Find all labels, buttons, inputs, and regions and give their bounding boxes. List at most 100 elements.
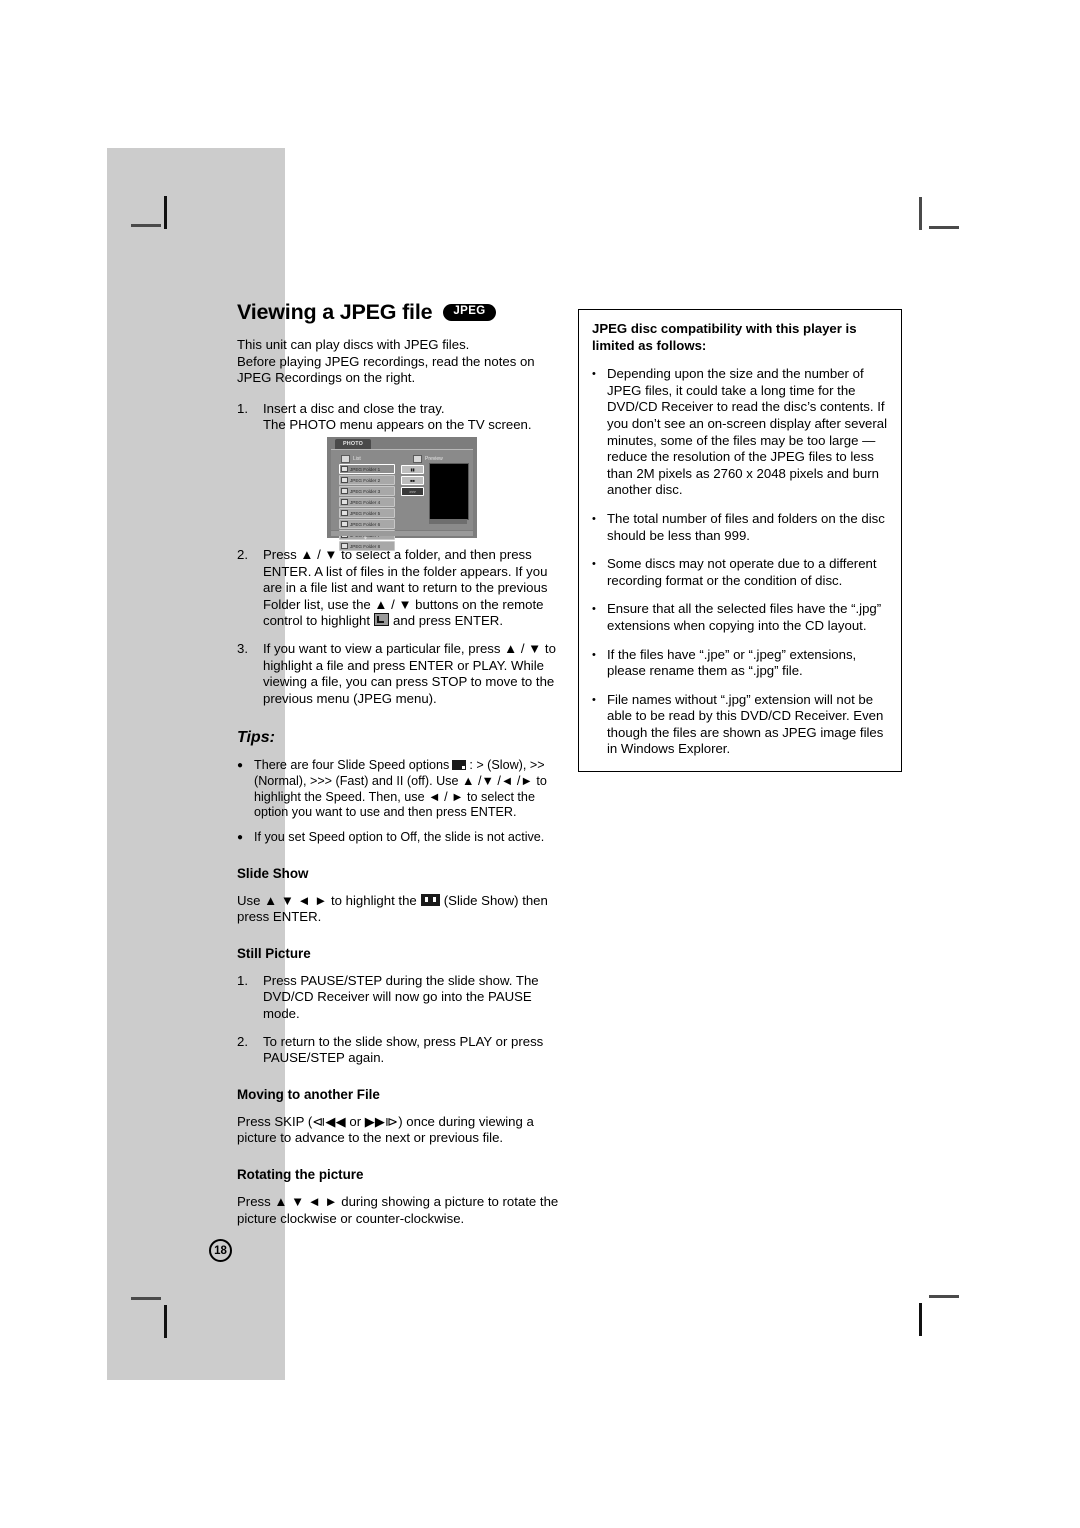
jpeg-format-badge: JPEG	[443, 303, 496, 322]
list-item-label: JPEG Folder 3	[350, 488, 381, 494]
note-bullet-marker: •	[592, 648, 596, 661]
intro-paragraph: This unit can play discs with JPEG files…	[237, 337, 567, 387]
preview-panel-label: Preview	[413, 455, 443, 463]
tip-1: ● There are four Slide Speed options: > …	[237, 758, 567, 820]
page-title-row: Viewing a JPEG file JPEG	[237, 300, 567, 325]
still-picture-step-2-marker: 2.	[237, 1033, 248, 1049]
folder-icon	[341, 520, 348, 528]
list-item-label: JPEG Folder 4	[350, 499, 381, 505]
intro-line-1: This unit can play discs with JPEG files…	[237, 337, 470, 352]
list-item[interactable]: JPEG Folder 6	[339, 519, 395, 529]
folder-icon	[341, 465, 348, 473]
slide-show-text-before-icon: Use ▲ ▼ ◄ ► to highlight the	[237, 892, 417, 908]
folder-back-icon	[374, 613, 390, 627]
step-1-line-1: Insert a disc and close the tray.	[263, 400, 445, 416]
tip-1-bullet: ●	[237, 760, 244, 772]
list-item-label: JPEG Folder 1	[350, 466, 381, 472]
photo-menu-screenshot: PHOTO List Preview JPEG Folder 1 JPEG Fo…	[327, 437, 477, 551]
list-item[interactable]: JPEG Folder 8	[339, 541, 395, 551]
list-item[interactable]: JPEG Folder 3	[339, 486, 395, 496]
note-bullet: • Depending upon the size and the number…	[592, 366, 888, 499]
scroll-down-arrow-icon[interactable]: ▼	[363, 536, 368, 542]
step-1-line-2: The PHOTO menu appears on the TV screen.	[263, 417, 532, 433]
note-bullet: • File names without “.jpg” extension wi…	[592, 692, 888, 758]
playback-button-column: ▮▮ ■■ >>>	[401, 465, 424, 498]
speed-button[interactable]: >>>	[401, 487, 424, 496]
section-heading-slide-show: Slide Show	[237, 865, 309, 881]
slide-show-paragraph: Use ▲ ▼ ◄ ► to highlight the (Slide Show)…	[237, 893, 567, 926]
note-bullet: • Ensure that all the selected files hav…	[592, 601, 888, 634]
list-item[interactable]: JPEG Folder 5	[339, 508, 395, 518]
note-bullet: • Some discs may not operate due to a di…	[592, 556, 888, 589]
step-2-text-after-icon: and press ENTER.	[393, 613, 503, 629]
note-bullet-text: The total number of files and folders on…	[607, 510, 885, 543]
tip-2-text: If you set Speed option to Off, the slid…	[254, 829, 545, 844]
still-picture-step-1: 1. Press PAUSE/STEP during the slide sho…	[237, 973, 567, 1023]
photo-tab: PHOTO	[335, 439, 371, 449]
preview-label-text: Preview	[425, 456, 443, 462]
step-3: 3. If you want to view a particular file…	[237, 641, 567, 707]
note-bullet-marker: •	[592, 368, 596, 381]
list-label-text: List	[353, 456, 361, 462]
note-bullet-marker: •	[592, 693, 596, 706]
note-bullet-text: Some discs may not operate due to a diff…	[607, 556, 877, 588]
rotating-the-picture-text: Press ▲ ▼ ◄ ► during showing a picture t…	[237, 1194, 559, 1226]
section-heading-rotating-the-picture: Rotating the picture	[237, 1167, 364, 1183]
still-picture-step-1-text: Press PAUSE/STEP during the slide show. …	[263, 972, 539, 1022]
slide-speed-icon	[452, 760, 467, 771]
page-title: Viewing a JPEG file	[237, 300, 433, 324]
section-heading-moving-to-another-file: Moving to another File	[237, 1086, 380, 1102]
intro-line-2: Before playing JPEG recordings, read the…	[237, 353, 535, 369]
tip-2-bullet: ●	[237, 831, 244, 843]
folder-icon	[341, 487, 348, 495]
folder-icon	[341, 498, 348, 506]
right-content-column: JPEG disc compatibility with this player…	[578, 309, 902, 773]
step-1-marker: 1.	[237, 400, 248, 416]
list-item[interactable]: JPEG Folder 1	[339, 464, 395, 474]
still-picture-step-2: 2. To return to the slide show, press PL…	[237, 1034, 567, 1067]
intro-line-3: JPEG Recordings on the right.	[237, 370, 416, 386]
note-bullet-text: File names without “.jpg” extension will…	[607, 691, 884, 757]
folder-icon	[341, 476, 348, 484]
note-bullet: • The total number of files and folders …	[592, 511, 888, 544]
jpeg-compatibility-note-box: JPEG disc compatibility with this player…	[578, 309, 902, 773]
list-item[interactable]: JPEG Folder 4	[339, 497, 395, 507]
preview-icon	[413, 455, 422, 463]
list-item[interactable]: JPEG Folder 2	[339, 475, 395, 485]
section-heading-still-picture: Still Picture	[237, 945, 311, 961]
note-box-title: JPEG disc compatibility with this player…	[592, 321, 857, 353]
list-panel-label: List	[341, 455, 361, 463]
note-bullet-marker: •	[592, 512, 596, 525]
step-3-text: If you want to view a particular file, p…	[263, 640, 556, 706]
list-item-label: JPEG Folder 8	[350, 543, 381, 549]
tips-heading: Tips:	[237, 729, 275, 747]
slide-show-button[interactable]: ■■	[401, 476, 424, 485]
note-bullet-text: Depending upon the size and the number o…	[607, 366, 888, 498]
folder-icon	[341, 542, 348, 550]
step-1: 1. Insert a disc and close the tray. The…	[237, 401, 567, 434]
photo-menu-footer	[331, 531, 473, 536]
note-bullet-text: If the files have “.jpe” or “.jpeg” exte…	[607, 646, 857, 679]
preview-pane-footer	[429, 519, 467, 524]
slide-show-icon	[420, 893, 440, 906]
folder-icon	[341, 509, 348, 517]
step-3-marker: 3.	[237, 640, 248, 656]
note-bullet-marker: •	[592, 603, 596, 616]
note-bullet-marker: •	[592, 558, 596, 571]
step-2: 2. Press ▲ / ▼ to select a folder, and t…	[237, 547, 567, 630]
moving-to-another-file-text: Press SKIP (⧏◀◀ or ▶▶⧐) once during view…	[237, 1113, 534, 1146]
list-item-label: JPEG Folder 5	[350, 510, 381, 516]
still-picture-step-2-text: To return to the slide show, press PLAY …	[263, 1033, 544, 1066]
stop-button[interactable]: ▮▮	[401, 465, 424, 474]
note-bullet-text: Ensure that all the selected files have …	[607, 601, 882, 633]
list-icon	[341, 455, 350, 463]
note-bullet: • If the files have “.jpe” or “.jpeg” ex…	[592, 647, 888, 680]
preview-pane	[429, 463, 469, 520]
still-picture-step-1-marker: 1.	[237, 972, 248, 988]
photo-menu-body: List Preview JPEG Folder 1 JPEG Folder 2…	[331, 449, 473, 551]
list-item-label: JPEG Folder 2	[350, 477, 381, 483]
tip-1-text-before-icon: There are four Slide Speed options	[254, 758, 450, 773]
list-item-label: JPEG Folder 6	[350, 521, 381, 527]
step-2-marker: 2.	[237, 546, 248, 562]
tip-2: ● If you set Speed option to Off, the sl…	[237, 830, 567, 846]
